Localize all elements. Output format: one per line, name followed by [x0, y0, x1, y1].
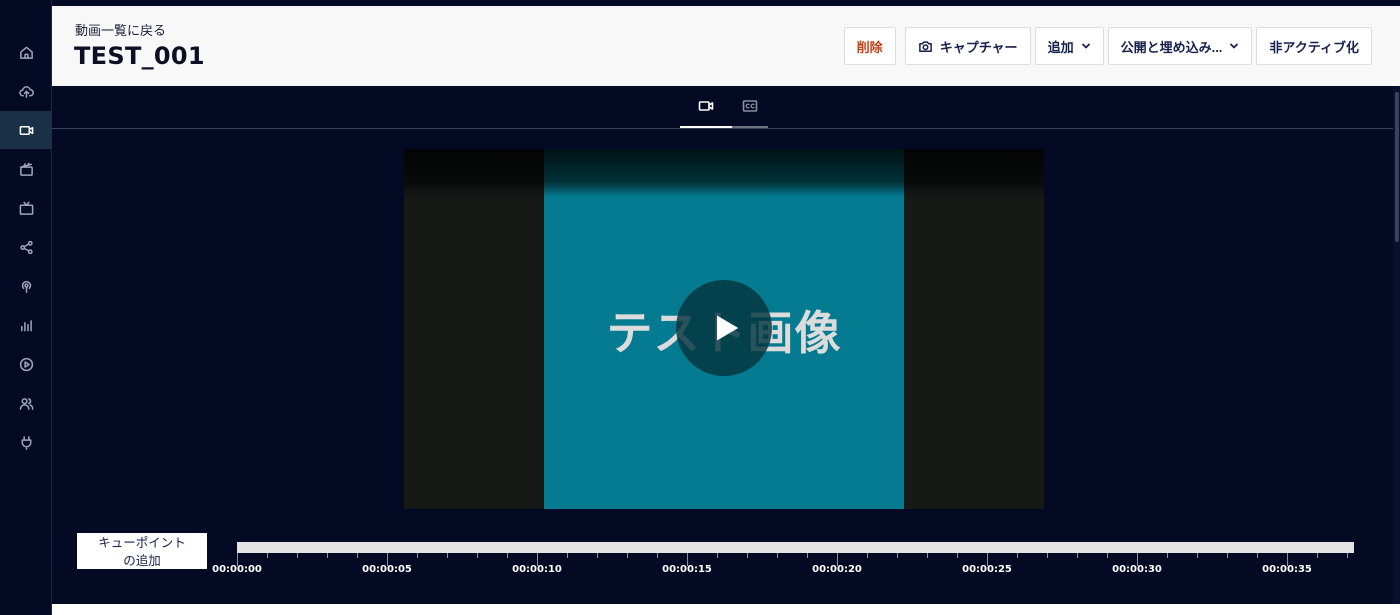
- chevron-down-icon: [1230, 43, 1239, 49]
- clapperboard-icon: [19, 162, 33, 176]
- publish-embed-dropdown-button[interactable]: 公開と埋め込み...: [1107, 27, 1253, 65]
- tv-icon: [19, 201, 33, 215]
- sidebar-item-playlists[interactable]: [0, 150, 52, 188]
- video-player[interactable]: テスト画像: [404, 149, 1044, 509]
- timeline-tick: [897, 553, 898, 558]
- sidebar-item-analytics[interactable]: [0, 306, 52, 344]
- chevron-down-icon: [1081, 43, 1090, 49]
- timeline-label: 00:00:30: [1112, 564, 1162, 575]
- play-button[interactable]: [676, 280, 772, 376]
- upload-icon: [18, 85, 34, 98]
- timeline-tick: [1227, 553, 1228, 558]
- timeline-label: 00:00:05: [362, 564, 412, 575]
- timeline-tick: [1257, 553, 1258, 558]
- tab-captions[interactable]: [732, 86, 768, 128]
- add-dropdown-button[interactable]: 追加: [1034, 27, 1104, 65]
- timeline-tick: [927, 553, 928, 558]
- sidebar-item-users[interactable]: [0, 384, 52, 422]
- add-cue-point-label: キューポイント の追加: [98, 536, 186, 568]
- timeline-tick: [957, 553, 958, 558]
- users-icon: [19, 397, 33, 410]
- delete-button-label: 削除: [856, 39, 883, 55]
- timeline-label: 00:00:20: [812, 564, 862, 575]
- timeline-tick: [477, 553, 478, 558]
- timeline-tick: [1197, 553, 1198, 558]
- delete-button[interactable]: 削除: [843, 27, 896, 65]
- sidebar-item-player[interactable]: [0, 345, 52, 383]
- timeline-tick: [597, 553, 598, 558]
- tab-video[interactable]: [680, 86, 732, 128]
- video-icon: [19, 125, 33, 135]
- scrollbar-thumb[interactable]: [1395, 92, 1399, 242]
- timeline-tick: [1317, 553, 1318, 558]
- timeline-tick: [747, 553, 748, 558]
- timeline-tick: [1107, 553, 1108, 558]
- analytics-icon: [20, 319, 32, 331]
- deactivate-button-label: 非アクティブ化: [1269, 39, 1359, 55]
- play-icon: [717, 315, 739, 341]
- page-title: TEST_001: [74, 42, 205, 70]
- back-to-videos-link[interactable]: 動画一覧に戻る: [75, 20, 166, 39]
- media-tabs: [52, 86, 1393, 129]
- home-icon: [19, 46, 33, 59]
- timeline-label: 00:00:25: [962, 564, 1012, 575]
- sidebar-item-home[interactable]: [0, 33, 52, 71]
- timeline-tick: [447, 553, 448, 558]
- timeline-label: 00:00:10: [512, 564, 562, 575]
- video-icon: [698, 101, 714, 111]
- capture-button[interactable]: キャプチャー: [904, 27, 1031, 65]
- timeline-tick: [807, 553, 808, 558]
- capture-button-label: キャプチャー: [939, 39, 1018, 55]
- timeline-tick: [1047, 553, 1048, 558]
- timeline-tick: [1077, 553, 1078, 558]
- sidebar: [0, 0, 52, 615]
- timeline-label: 00:00:15: [662, 564, 712, 575]
- timeline-tick: [627, 553, 628, 558]
- timeline-tick: [657, 553, 658, 558]
- play-circle-icon: [19, 357, 33, 371]
- timeline-tick: [1347, 553, 1348, 558]
- sidebar-item-videos[interactable]: [0, 111, 52, 149]
- timeline-tick: [507, 553, 508, 558]
- bottom-strip: [52, 604, 1400, 615]
- sidebar-item-upload[interactable]: [0, 72, 52, 110]
- timeline-track[interactable]: [237, 542, 1354, 553]
- plug-icon: [21, 435, 31, 450]
- timeline-tick: [777, 553, 778, 558]
- broadcast-icon: [21, 280, 31, 293]
- share-icon: [19, 240, 33, 254]
- sidebar-item-channels[interactable]: [0, 189, 52, 227]
- sidebar-item-integrations[interactable]: [0, 423, 52, 461]
- timeline-tick: [417, 553, 418, 558]
- timeline-tick: [1167, 553, 1168, 558]
- action-toolbar: 削除 キャプチャー 追加 公開と埋め込み... 非アクティブ化: [843, 27, 1372, 65]
- sidebar-item-live[interactable]: [0, 267, 52, 305]
- timeline-label: 00:00:00: [212, 564, 262, 575]
- timeline-tick: [717, 553, 718, 558]
- camera-icon: [918, 40, 932, 52]
- timeline-tick: [327, 553, 328, 558]
- sidebar-item-share[interactable]: [0, 228, 52, 266]
- timeline-tick: [1017, 553, 1018, 558]
- add-cue-point-button[interactable]: キューポイント の追加: [77, 533, 207, 569]
- closed-captions-icon: [742, 100, 758, 112]
- timeline-tick: [297, 553, 298, 558]
- publish-embed-button-label: 公開と埋め込み...: [1120, 39, 1223, 55]
- timeline-tick: [867, 553, 868, 558]
- timeline-label: 00:00:35: [1262, 564, 1312, 575]
- deactivate-button[interactable]: 非アクティブ化: [1256, 27, 1372, 65]
- page-header: 動画一覧に戻る TEST_001 削除 キャプチャー 追加 公開と埋め込み...…: [52, 6, 1400, 86]
- timeline-tick: [357, 553, 358, 558]
- add-button-label: 追加: [1047, 39, 1074, 55]
- timeline-tick: [267, 553, 268, 558]
- timeline-tick: [567, 553, 568, 558]
- video-top-shade: [404, 149, 1044, 197]
